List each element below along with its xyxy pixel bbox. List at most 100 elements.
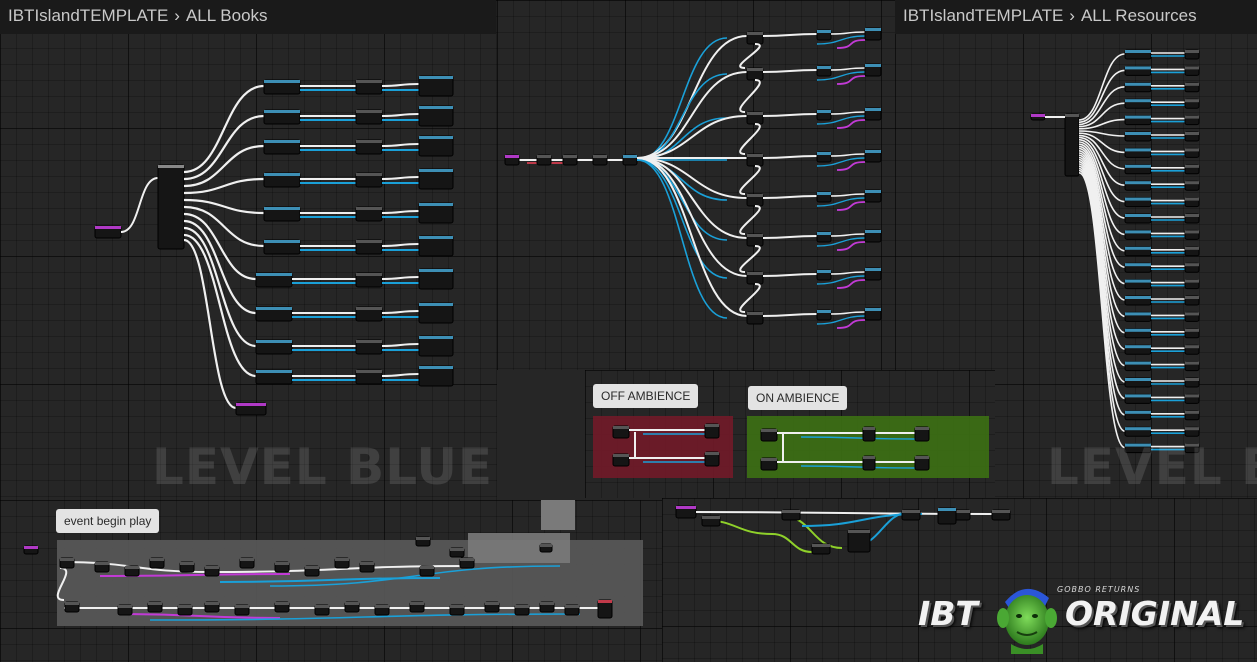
wire [1078, 86, 1126, 126]
wire [381, 343, 420, 347]
breadcrumb-root[interactable]: IBTIslandTEMPLATE [903, 6, 1063, 25]
wire [836, 279, 866, 289]
node-header [817, 232, 831, 235]
node-header [1185, 312, 1199, 316]
node-header [148, 602, 162, 605]
node-header [180, 562, 194, 565]
wire [1078, 53, 1126, 121]
node-header [356, 340, 382, 343]
node-header [915, 456, 929, 459]
node-header [817, 192, 831, 195]
node-header [419, 269, 453, 272]
node-header [60, 558, 74, 561]
node-header [264, 240, 300, 243]
node-header [747, 68, 763, 71]
node-header [1185, 66, 1199, 70]
node-header [817, 310, 831, 313]
middle-graph-panel[interactable] [497, 0, 895, 370]
node-header [817, 66, 831, 69]
wire [739, 205, 761, 235]
node-header [1125, 214, 1151, 217]
wire [636, 115, 748, 159]
node-header [24, 546, 38, 549]
wire [381, 210, 420, 214]
wire [771, 533, 813, 553]
node-header [817, 110, 831, 113]
begin-play-graph-panel[interactable]: event begin play [0, 500, 662, 662]
blueprint-node [157, 164, 185, 250]
node-header [1125, 230, 1151, 234]
node-header [540, 602, 554, 605]
wire [636, 35, 748, 159]
node-header [356, 110, 382, 113]
wire [739, 245, 761, 273]
node-header [264, 80, 300, 83]
wire [739, 165, 761, 195]
node-header [419, 236, 453, 239]
node-header [95, 562, 109, 565]
node-header [410, 602, 424, 605]
node-header [450, 605, 464, 608]
watermark-text: LEVEL BLUEPRINT [152, 438, 497, 496]
wire [183, 233, 257, 378]
node-header [360, 562, 374, 565]
node-header [865, 150, 881, 153]
node-header [1125, 361, 1151, 365]
goblin-mascot-icon [997, 588, 1057, 654]
blueprint-node [1064, 113, 1080, 177]
wire [836, 241, 866, 251]
node-header [865, 190, 881, 193]
off-ambience-label[interactable]: OFF AMBIENCE [593, 384, 699, 408]
node-header [264, 207, 300, 210]
node-header [1065, 114, 1079, 117]
logo-left-text: IBT [918, 594, 978, 633]
node-header [1185, 394, 1199, 398]
node-header [419, 336, 453, 339]
node-header [915, 427, 929, 430]
node-header [593, 155, 607, 158]
on-ambience-label[interactable]: ON AMBIENCE [748, 386, 848, 410]
node-header [416, 537, 430, 540]
node-header [537, 155, 551, 158]
node-header [356, 273, 382, 276]
begin-play-label[interactable]: event begin play [56, 509, 160, 533]
node-header [356, 140, 382, 143]
node-header [1125, 164, 1151, 168]
books-graph-panel[interactable]: IBTIslandTEMPLATE › ALL Books LEVEL BLUEPR… [0, 0, 497, 500]
node-header [782, 510, 800, 513]
node-header [623, 155, 637, 158]
node-header [356, 207, 382, 210]
node-header [65, 602, 79, 605]
node-header [1185, 427, 1199, 431]
breadcrumb-leaf[interactable]: ALL Books [186, 6, 268, 25]
node-header [1125, 263, 1151, 267]
wire [381, 243, 420, 247]
wire [800, 436, 916, 440]
node-header [938, 508, 956, 511]
node-header [865, 108, 881, 111]
node-header [1125, 378, 1151, 381]
wire [120, 177, 159, 233]
wire [56, 567, 68, 601]
node-header [356, 307, 382, 310]
wire [381, 143, 420, 147]
wire [762, 155, 818, 159]
node-header [1125, 50, 1151, 53]
breadcrumb-root[interactable]: IBTIslandTEMPLATE [8, 6, 168, 25]
chevron-right-icon: › [174, 6, 180, 25]
node-header [992, 510, 1010, 513]
node-header [305, 566, 319, 569]
node-header [761, 429, 777, 432]
node-header [205, 602, 219, 605]
blueprint-node [847, 529, 871, 553]
wire [381, 113, 420, 117]
ambience-graph-panel[interactable]: OFF AMBIENCE ON AMBIENCE [585, 370, 995, 498]
node-header [817, 270, 831, 273]
wire [183, 84, 265, 174]
node-header [747, 272, 763, 275]
node-header [1125, 197, 1151, 201]
breadcrumb-leaf[interactable]: ALL Resources [1081, 6, 1197, 25]
node-header [1125, 410, 1151, 414]
wire [739, 43, 761, 69]
node-header [613, 454, 629, 457]
